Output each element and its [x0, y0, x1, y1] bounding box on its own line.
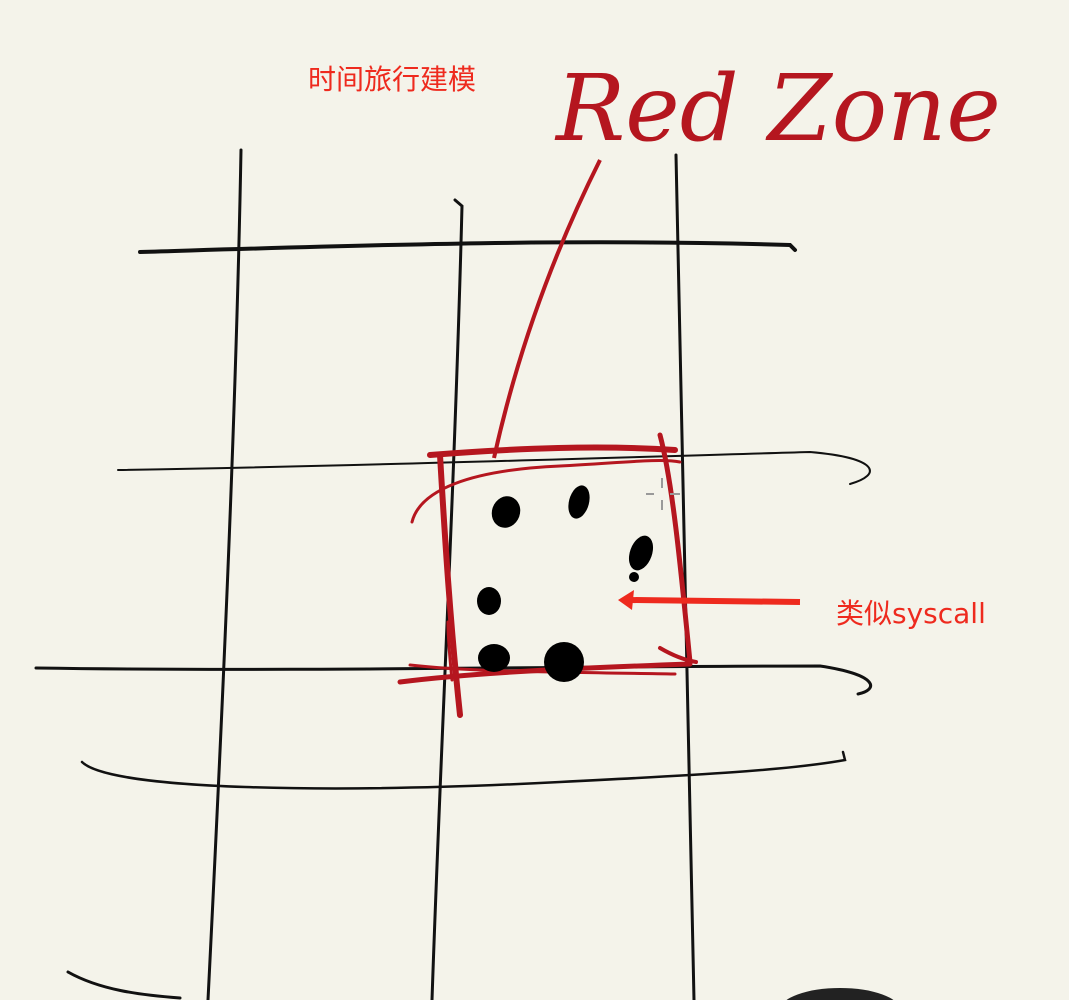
annotation-arrow: [618, 590, 801, 610]
dot: [477, 587, 501, 615]
dot: [491, 496, 521, 528]
red-zone-handwritten-label: Red Zone: [554, 55, 1001, 162]
dot: [628, 535, 654, 571]
horizontal-line-5: [66, 970, 182, 1000]
vertical-line-1: [206, 148, 243, 1000]
whiteboard-canvas: 时间旅行建模 Red Zone 类似syscall: [0, 0, 1069, 1000]
dot: [568, 485, 590, 519]
red-zone-pointer-line: [492, 159, 602, 459]
dot: [629, 572, 639, 582]
annotation-text: 类似syscall: [836, 597, 986, 630]
hand-drawn-grid-diagram: Red Zone: [34, 55, 1001, 1000]
dot: [544, 642, 584, 682]
vertical-grid-lines: [206, 148, 696, 1000]
dot: [478, 644, 510, 672]
vertical-line-3: [674, 153, 696, 1000]
red-zone-label-text: Red Zone: [554, 55, 1001, 162]
corner-ink-blob: [786, 988, 894, 1000]
points-in-zone: [477, 485, 654, 682]
horizontal-line-4: [80, 750, 847, 790]
